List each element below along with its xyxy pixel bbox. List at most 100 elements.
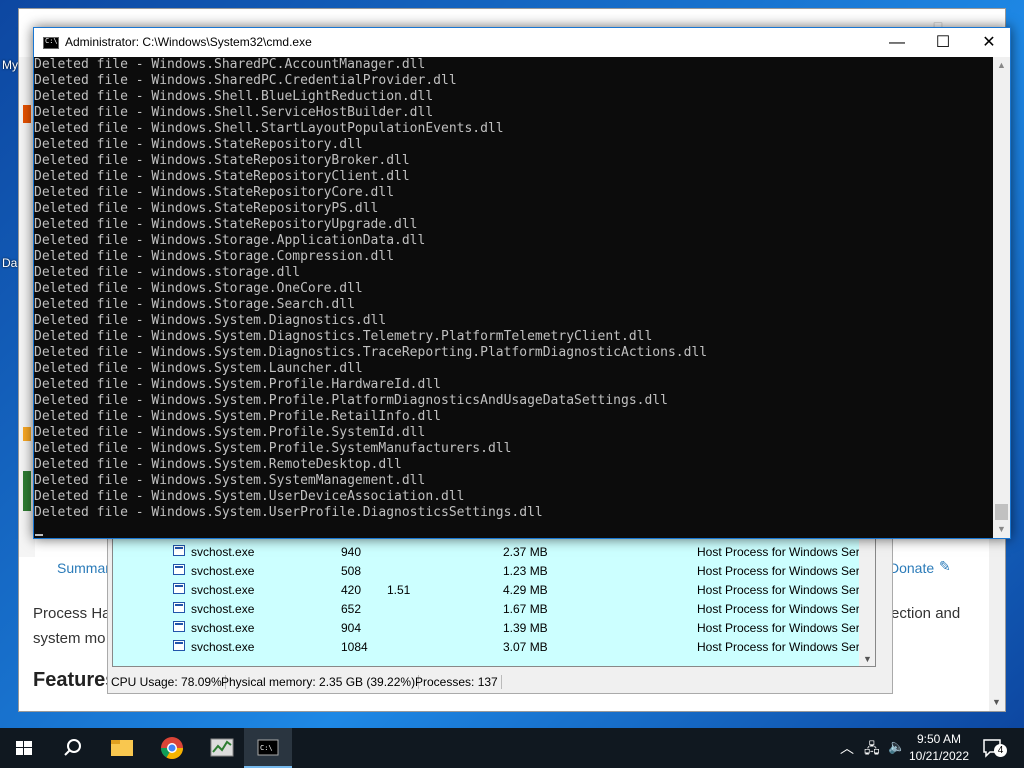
console-line: Deleted file - Windows.SharedPC.Credenti… <box>34 73 457 88</box>
desktop-icon-label[interactable]: My <box>2 58 18 72</box>
table-row[interactable]: svchost.exe 940 2.37 MB Host Process for… <box>113 542 873 561</box>
process-name: svchost.exe <box>191 640 255 654</box>
console-line: Deleted file - Windows.System.Profile.Sy… <box>34 425 426 440</box>
notification-badge: 4 <box>994 744 1007 757</box>
cmd-window[interactable]: Administrator: C:\Windows\System32\cmd.e… <box>33 27 1011 539</box>
table-row[interactable]: svchost.exe 652 1.67 MB Host Process for… <box>113 599 873 618</box>
console-scrollbar[interactable]: ▲ ▼ <box>993 57 1010 538</box>
process-hacker-window: svchost.exe 940 2.37 MB Host Process for… <box>107 520 893 694</box>
windows-logo-icon <box>16 741 32 755</box>
console-line: Deleted file - Windows.Shell.BlueLightRe… <box>34 89 434 104</box>
process-pid: 904 <box>341 621 362 635</box>
console-line: Deleted file - Windows.System.UserDevice… <box>34 489 465 504</box>
console-line: Deleted file - Windows.System.Diagnostic… <box>34 345 708 360</box>
search-button[interactable] <box>48 728 96 768</box>
table-row[interactable]: svchost.exe 420 1.51 4.29 MB Host Proces… <box>113 580 873 599</box>
taskbar: C:\ ︿ 🖧 🔈 9:50 AM 10/21/2022 4 <box>0 728 1024 768</box>
console-line: Deleted file - Windows.System.Diagnostic… <box>34 329 653 344</box>
table-row[interactable]: svchost.exe 1084 3.07 MB Host Process fo… <box>113 637 873 656</box>
processes-count-status: Processes: 137 <box>412 675 502 689</box>
console-line: Deleted file - Windows.StateRepository.d… <box>34 137 363 152</box>
console-line: Deleted file - Windows.System.Diagnostic… <box>34 313 387 328</box>
task-manager-icon <box>210 738 234 757</box>
process-description: Host Process for Windows Ser... <box>697 583 870 597</box>
process-memory: 2.37 MB <box>503 545 548 559</box>
process-pid: 1084 <box>341 640 368 654</box>
scroll-up-icon[interactable]: ▲ <box>997 60 1006 70</box>
console-line: Deleted file - Windows.System.RemoteDesk… <box>34 457 402 472</box>
process-memory: 1.67 MB <box>503 602 548 616</box>
minimize-button[interactable]: — <box>874 28 920 57</box>
clock[interactable]: 9:50 AM 10/21/2022 <box>904 731 974 765</box>
cmd-taskbar-icon: C:\ <box>257 739 279 756</box>
process-name: svchost.exe <box>191 602 255 616</box>
folder-icon <box>111 740 133 756</box>
table-row[interactable]: svchost.exe 904 1.39 MB Host Process for… <box>113 618 873 637</box>
chevron-up-icon[interactable]: ︿ <box>840 738 854 758</box>
process-memory: 1.23 MB <box>503 564 548 578</box>
console-line: Deleted file - Windows.Storage.Applicati… <box>34 233 426 248</box>
console-line: Deleted file - Windows.System.Profile.Ha… <box>34 377 441 392</box>
process-memory: 1.39 MB <box>503 621 548 635</box>
process-list-scrollbar[interactable]: ▼ <box>859 526 875 666</box>
process-icon <box>173 545 185 556</box>
console-line: Deleted file - Windows.Shell.ServiceHost… <box>34 105 434 120</box>
notification-button[interactable]: 4 <box>982 738 1007 758</box>
table-row[interactable]: svchost.exe 508 1.23 MB Host Process for… <box>113 561 873 580</box>
process-description: Host Process for Windows Ser... <box>697 602 870 616</box>
console-line: Deleted file - Windows.StateRepositoryBr… <box>34 153 410 168</box>
process-icon <box>173 640 185 651</box>
network-icon[interactable]: 🖧 <box>864 738 880 762</box>
cmd-titlebar[interactable]: Administrator: C:\Windows\System32\cmd.e… <box>34 28 1010 57</box>
taskbar-file-explorer[interactable] <box>98 728 146 768</box>
console-line: Deleted file - Windows.Storage.OneCore.d… <box>34 281 363 296</box>
process-description: Host Process for Windows Ser... <box>697 621 870 635</box>
console-output[interactable]: Deleted file - Windows.SharedPC.AccountM… <box>34 57 996 538</box>
summary-link[interactable]: Summar <box>57 560 110 576</box>
process-name: svchost.exe <box>191 564 255 578</box>
console-line: Deleted file - Windows.System.UserProfil… <box>34 505 543 520</box>
paragraph-text: system mo <box>33 630 106 647</box>
process-pid: 652 <box>341 602 362 616</box>
orange-arrow-icon <box>23 105 31 123</box>
paragraph-text-end: ection and <box>891 605 961 622</box>
clock-date: 10/21/2022 <box>908 749 970 763</box>
maximize-button[interactable]: ☐ <box>920 28 966 57</box>
close-button[interactable]: ✕ <box>966 28 1012 57</box>
scroll-down-icon[interactable]: ▼ <box>863 654 872 664</box>
process-icon <box>173 621 185 632</box>
process-name: svchost.exe <box>191 545 255 559</box>
scroll-down-icon[interactable]: ▼ <box>992 697 1001 707</box>
svg-text:C:\: C:\ <box>260 744 273 752</box>
scroll-down-icon[interactable]: ▼ <box>997 524 1006 534</box>
console-line: Deleted file - Windows.System.Profile.Sy… <box>34 441 512 456</box>
process-cpu: 1.51 <box>387 583 411 597</box>
process-pid: 940 <box>341 545 362 559</box>
taskbar-cmd[interactable]: C:\ <box>244 728 292 768</box>
clock-time: 9:50 AM <box>916 732 962 746</box>
console-line: Deleted file - Windows.StateRepositoryCo… <box>34 185 395 200</box>
chrome-icon <box>161 737 183 759</box>
console-line: Deleted file - Windows.SharedPC.AccountM… <box>34 57 426 72</box>
process-description: Host Process for Windows Ser... <box>697 640 870 654</box>
desktop-icon-label[interactable]: Da <box>2 256 17 270</box>
console-line: Deleted file - Windows.Shell.StartLayout… <box>34 121 504 136</box>
process-list[interactable]: svchost.exe 940 2.37 MB Host Process for… <box>112 523 876 667</box>
external-link-icon[interactable]: ✎ <box>939 558 951 575</box>
console-line: Deleted file - Windows.System.SystemMana… <box>34 473 426 488</box>
window-title: Administrator: C:\Windows\System32\cmd.e… <box>65 35 312 49</box>
process-description: Host Process for Windows Ser... <box>697 564 870 578</box>
console-cursor <box>35 534 43 536</box>
volume-icon[interactable]: 🔈 <box>888 738 905 755</box>
taskbar-chrome[interactable] <box>148 728 196 768</box>
process-icon <box>173 564 185 575</box>
process-pid: 508 <box>341 564 362 578</box>
features-heading: Features <box>33 669 117 691</box>
start-button[interactable] <box>0 728 48 768</box>
console-line: Deleted file - Windows.System.Launcher.d… <box>34 361 363 376</box>
console-line: Deleted file - Windows.Storage.Compressi… <box>34 249 395 264</box>
donate-link[interactable]: Donate <box>889 560 934 576</box>
scrollbar-thumb[interactable] <box>995 504 1008 520</box>
taskbar-task-manager[interactable] <box>198 728 246 768</box>
process-description: Host Process for Windows Ser... <box>697 545 870 559</box>
